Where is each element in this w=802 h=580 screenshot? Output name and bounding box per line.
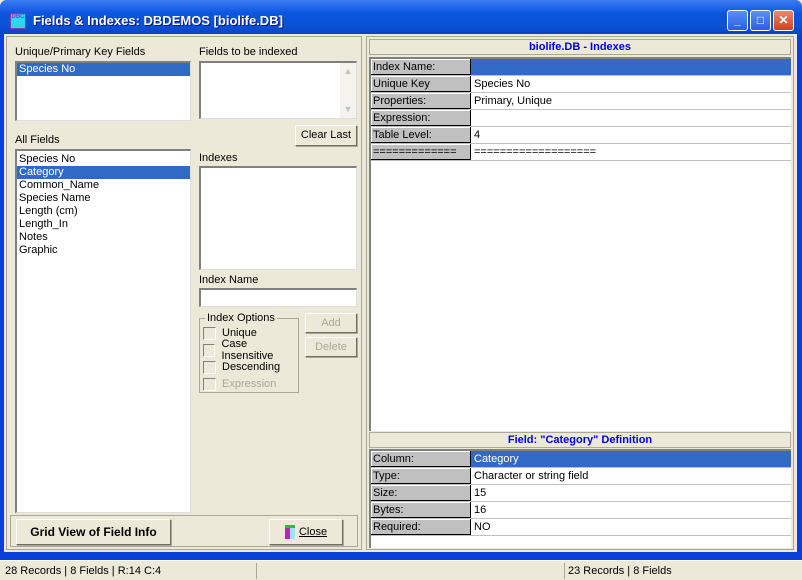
grid-row[interactable]: Column: Category	[371, 451, 791, 468]
title-bar[interactable]: DBC Fields & Indexes: DBDEMOS [biolife.D…	[0, 0, 802, 34]
grid-key-cell: Size:	[371, 485, 471, 501]
grid-value-cell[interactable]: 4	[471, 127, 791, 143]
list-item[interactable]: Category	[17, 166, 190, 179]
unique-fields-label: Unique/Primary Key Fields	[15, 46, 146, 58]
clear-last-button[interactable]: Clear Last	[295, 125, 357, 146]
checkbox-icon[interactable]	[203, 377, 216, 391]
grid-value-cell[interactable]: Primary, Unique	[471, 93, 791, 109]
grid-row[interactable]: Index Name:	[371, 59, 791, 76]
status-bar: 28 Records | 8 Fields | R:14 C:4 23 Reco…	[0, 560, 802, 580]
fields-to-index-label: Fields to be indexed	[199, 46, 298, 58]
grid-key-cell: Index Name:	[371, 59, 471, 75]
grid-key-cell: =============	[371, 144, 471, 160]
info-panel: biolife.DB - Indexes Index Name: Unique K…	[366, 36, 794, 550]
grid-key-cell: Unique Key Field(s):	[371, 76, 471, 106]
indexes-section-title: biolife.DB - Indexes	[369, 39, 791, 55]
checkbox-icon[interactable]	[203, 360, 216, 374]
descending-checkbox[interactable]: Descending	[203, 360, 280, 374]
field-definition-title: Field: "Category" Definition	[369, 432, 791, 448]
close-window-button[interactable]: ✕	[773, 10, 794, 31]
client-area: Unique/Primary Key Fields Species No Fie…	[4, 34, 797, 552]
scroll-up-icon[interactable]: ▲	[340, 63, 356, 79]
grid-row[interactable]: ============= ===================	[371, 144, 791, 161]
case-insensitive-checkbox[interactable]: Case Insensitive	[203, 338, 298, 362]
indexes-grid[interactable]: Index Name:Unique Key Field(s):Species N…	[369, 57, 791, 431]
grid-row[interactable]: Expression:	[371, 110, 791, 127]
grid-key-cell: Properties:	[371, 93, 471, 109]
list-item[interactable]: Species No	[17, 153, 190, 166]
grid-row[interactable]: Size: 15	[371, 485, 791, 502]
indexes-list[interactable]	[199, 166, 357, 270]
grid-key-cell: Bytes:	[371, 502, 471, 518]
status-left: 28 Records | 8 Fields | R:14 C:4	[5, 565, 162, 577]
list-item[interactable]: Length (cm)	[17, 205, 190, 218]
grid-row[interactable]: Unique Key Field(s):Species No	[371, 76, 791, 106]
grid-value-cell[interactable]	[471, 59, 791, 75]
grid-key-cell: Expression:	[371, 110, 471, 126]
grid-key-cell: Required:	[371, 519, 471, 535]
fields-panel: Unique/Primary Key Fields Species No Fie…	[6, 36, 362, 550]
grid-row[interactable]: Required: NO	[371, 519, 791, 536]
index-options-group: Index Options Unique Case Insensitive De…	[199, 312, 299, 393]
grid-value-cell[interactable]	[471, 110, 791, 126]
list-item[interactable]: Species Name	[17, 192, 190, 205]
scrollbar[interactable]: ▲ ▼	[340, 63, 356, 118]
grid-view-button[interactable]: Grid View of Field Info	[16, 519, 171, 545]
status-middle	[256, 563, 562, 579]
add-button[interactable]: Add	[305, 313, 357, 333]
checkbox-icon[interactable]	[203, 343, 216, 357]
expression-checkbox[interactable]: Expression	[203, 377, 276, 391]
close-button[interactable]: Close	[269, 519, 343, 545]
grid-value-cell[interactable]: Species No	[471, 76, 791, 92]
grid-value-cell[interactable]: ===================	[471, 144, 791, 160]
all-fields-list[interactable]: Species No Category Common_Name Species Nam…	[15, 149, 191, 513]
list-item[interactable]: Species No	[17, 63, 190, 76]
grid-key-cell: Table Level:	[371, 127, 471, 143]
grid-row[interactable]: Bytes: 16	[371, 502, 791, 519]
grid-row[interactable]: Properties: Primary, Unique	[371, 93, 791, 110]
unique-fields-list[interactable]: Species No	[15, 61, 191, 121]
grid-value-cell[interactable]: 16	[471, 502, 791, 518]
list-item[interactable]: Notes	[17, 231, 190, 244]
door-icon	[284, 525, 295, 540]
grid-row[interactable]: Table Level: 4	[371, 127, 791, 144]
main-window: DBC Fields & Indexes: DBDEMOS [biolife.D…	[0, 0, 802, 560]
delete-button[interactable]: Delete	[305, 337, 357, 357]
maximize-button[interactable]: □	[750, 10, 771, 31]
list-item[interactable]: Length_In	[17, 218, 190, 231]
descending-checkbox-label: Descending	[222, 361, 281, 373]
scroll-down-icon[interactable]: ▼	[340, 101, 356, 117]
grid-value-cell[interactable]: Character or string field	[471, 468, 791, 484]
status-right: 23 Records | 8 Fields	[564, 563, 800, 579]
close-button-label: Close	[298, 526, 328, 538]
minimize-button[interactable]: _	[727, 10, 748, 31]
index-name-input[interactable]	[199, 288, 357, 307]
window-title: Fields & Indexes: DBDEMOS [biolife.DB]	[33, 13, 283, 28]
grid-value-cell[interactable]: NO	[471, 519, 791, 535]
index-name-label: Index Name	[199, 274, 259, 286]
list-item[interactable]: Common_Name	[17, 179, 190, 192]
list-item[interactable]: Graphic	[17, 244, 190, 257]
grid-value-cell[interactable]: Category	[471, 451, 791, 467]
index-options-label: Index Options	[205, 312, 277, 324]
fields-to-index-list[interactable]: ▲ ▼	[199, 61, 357, 119]
field-definition-grid[interactable]: Column: Category Type: Character or string …	[369, 449, 791, 548]
checkbox-icon[interactable]	[203, 326, 216, 340]
grid-row[interactable]: Type: Character or string field	[371, 468, 791, 485]
app-icon: DBC	[10, 13, 26, 29]
case-insensitive-checkbox-label: Case Insensitive	[221, 338, 274, 362]
grid-key-cell: Type:	[371, 468, 471, 484]
all-fields-label: All Fields	[15, 134, 60, 146]
grid-key-cell: Column:	[371, 451, 471, 467]
grid-value-cell[interactable]: 15	[471, 485, 791, 501]
indexes-label: Indexes	[199, 152, 238, 164]
expression-checkbox-label: Expression	[222, 378, 277, 390]
